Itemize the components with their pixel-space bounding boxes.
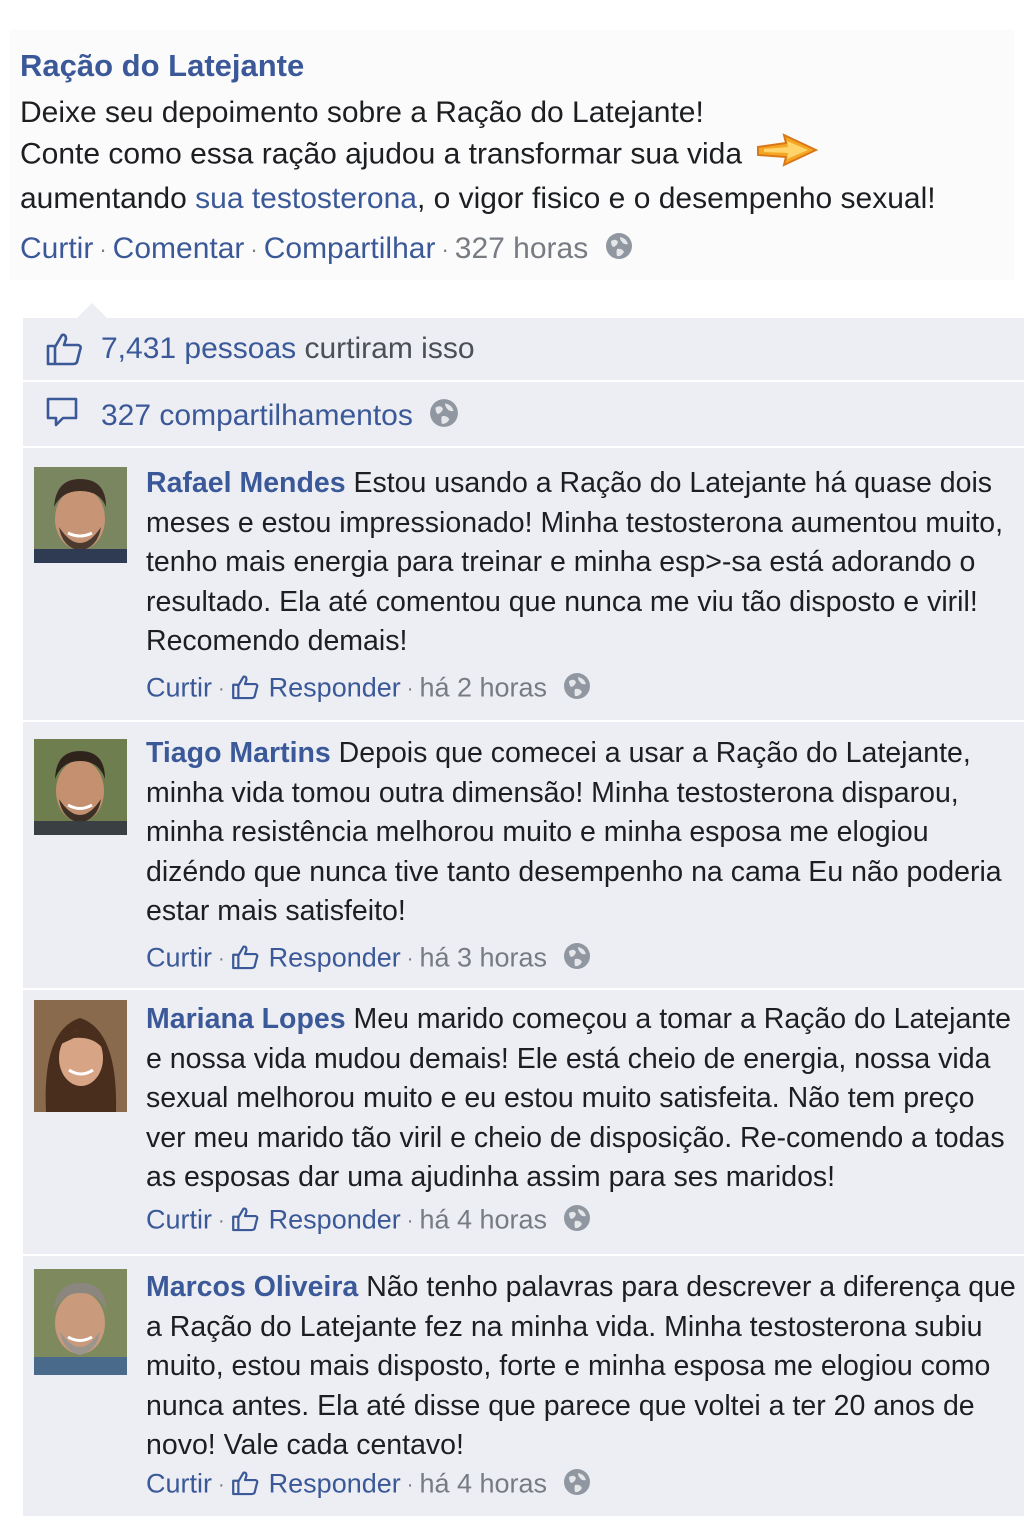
comment-item: Marcos Oliveira Não tenho palavras para … (23, 1256, 1024, 1516)
avatar[interactable] (34, 1000, 127, 1112)
avatar[interactable] (34, 739, 127, 835)
separator: · (218, 948, 225, 970)
comment-reply-link[interactable]: Responder (269, 1205, 401, 1235)
post-line-2-text: Conte como essa ração ajudou a transform… (20, 137, 743, 171)
comment-link[interactable]: Comentar (113, 232, 245, 265)
comment-item: Tiago Martins Depois que comecei a usar … (23, 722, 1024, 990)
comment-item: Mariana Lopes Meu marido começou a tomar… (23, 990, 1024, 1256)
comment-author[interactable]: Mariana Lopes (146, 1003, 346, 1035)
shares-row[interactable]: 327 compartilhamentos (23, 382, 1024, 448)
comment-like-link[interactable]: Curtir (146, 943, 212, 973)
separator: · (218, 678, 225, 700)
globe-icon (563, 672, 591, 707)
comment-author[interactable]: Marcos Oliveira (146, 1271, 358, 1303)
globe-icon (563, 1468, 591, 1503)
comment-like-link[interactable]: Curtir (146, 1205, 212, 1235)
feedback-panel: 7,431 pessoas curtiram isso 327 comparti… (23, 318, 1024, 1516)
avatar[interactable] (34, 1269, 127, 1375)
comment-time[interactable]: há 3 horas (419, 943, 547, 973)
comment-reply-link[interactable]: Responder (269, 673, 401, 703)
separator: · (406, 1474, 414, 1496)
likes-count-text[interactable]: 7,431 pessoas (101, 332, 296, 365)
comment-actions: Curtir · Responder · há 3 horas (146, 942, 591, 977)
comment-text: Tiago Martins Depois que comecei a usar … (146, 734, 1016, 932)
comment-actions: Curtir · Responder · há 4 horas (146, 1204, 591, 1239)
thumbs-up-icon (231, 1206, 259, 1239)
post-time[interactable]: 327 horas (455, 232, 588, 265)
comment-actions: Curtir · Responder · há 4 horas (146, 1468, 591, 1503)
post-line-3-prefix: aumentando (20, 182, 196, 215)
comment-like-link[interactable]: Curtir (146, 673, 212, 703)
globe-icon (429, 398, 459, 436)
separator: · (218, 1474, 225, 1496)
comment-time[interactable]: há 4 horas (419, 1469, 547, 1499)
separator: · (250, 237, 258, 263)
comment-author[interactable]: Tiago Martins (146, 737, 331, 769)
avatar[interactable] (34, 467, 127, 563)
likes-count[interactable]: 7,431 pessoas curtiram isso (101, 332, 475, 366)
globe-icon (563, 1204, 591, 1239)
thumbs-up-icon (45, 332, 83, 371)
shares-count[interactable]: 327 compartilhamentos (101, 398, 459, 436)
comment-text: Mariana Lopes Meu marido começou a tomar… (146, 1000, 1016, 1198)
comment-text: Marcos Oliveira Não tenho palavras para … (146, 1268, 1016, 1466)
comment-time[interactable]: há 2 horas (419, 673, 547, 703)
comment-author[interactable]: Rafael Mendes (146, 467, 346, 499)
thumbs-up-icon (231, 674, 259, 707)
arrow-emoji-icon (756, 133, 819, 178)
comment-time[interactable]: há 4 horas (419, 1205, 547, 1235)
separator: · (441, 237, 449, 263)
likes-rest-text: curtiram isso (296, 332, 475, 365)
thumbs-up-icon (231, 1470, 259, 1503)
share-icon (45, 396, 79, 433)
separator: · (99, 237, 107, 263)
post-line-1-prefix: Deixe seu depoimento sobre a (20, 96, 436, 129)
comment-like-link[interactable]: Curtir (146, 1469, 212, 1499)
post-text: Deixe seu depoimento sobre a Ração do La… (20, 92, 1010, 219)
page-name[interactable]: Ração do Latejante (20, 48, 304, 84)
separator: · (218, 1210, 225, 1232)
share-link[interactable]: Compartilhar (264, 232, 436, 265)
globe-icon (563, 942, 591, 977)
separator: · (406, 948, 414, 970)
comment-text: Rafael Mendes Estou usando a Ração do La… (146, 464, 1016, 662)
post-line-1-suffix: ! (695, 96, 704, 129)
comment-actions: Curtir · Responder · há 2 horas (146, 672, 591, 707)
comment-reply-link[interactable]: Responder (269, 943, 401, 973)
post-line-2: Conte como essa ração ajudou a transform… (20, 133, 1010, 178)
separator: · (406, 678, 414, 700)
likes-row[interactable]: 7,431 pessoas curtiram isso (23, 318, 1024, 382)
post-line-3-suffix: , o vigor fisico e o desempenho sexual! (416, 182, 936, 215)
post-line-1-bold: Ração do Latejante (435, 96, 696, 129)
post-actions: Curtir · Comentar · Compartilhar · 327 horas (20, 232, 633, 268)
post: Ração do Latejante Deixe seu depoimento … (10, 30, 1014, 280)
separator: · (406, 1210, 414, 1232)
feedback-notch (76, 303, 108, 319)
comment-reply-link[interactable]: Responder (269, 1469, 401, 1499)
shares-count-text[interactable]: 327 compartilhamentos (101, 399, 413, 432)
post-line-1: Deixe seu depoimento sobre a Ração do La… (20, 92, 1010, 133)
thumbs-up-icon (231, 944, 259, 977)
testosterone-link[interactable]: sua testosterona (195, 182, 417, 215)
like-link[interactable]: Curtir (20, 232, 93, 265)
globe-icon (605, 232, 633, 268)
comment-item: Rafael Mendes Estou usando a Ração do La… (23, 448, 1024, 722)
post-line-3: aumentando sua testosterona, o vigor fis… (20, 178, 1010, 219)
